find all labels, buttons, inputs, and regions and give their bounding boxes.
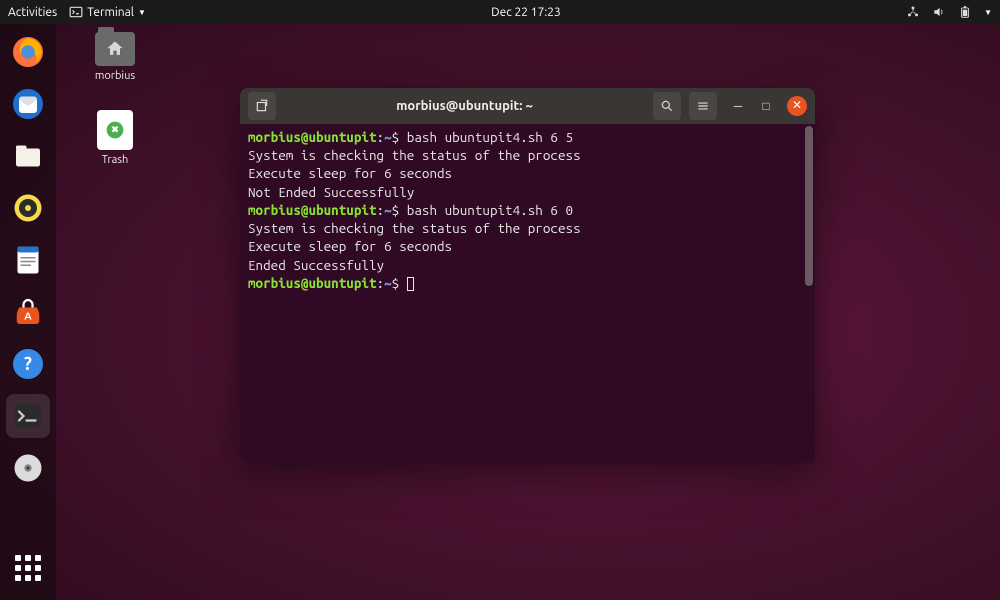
search-button[interactable]: [653, 92, 681, 120]
dock-rhythmbox[interactable]: [6, 186, 50, 230]
maximize-button[interactable]: □: [759, 99, 773, 113]
dock-writer[interactable]: [6, 238, 50, 282]
chevron-down-icon: ▼: [138, 8, 146, 17]
terminal-line: morbius@ubuntupit:~$: [248, 274, 807, 292]
volume-icon[interactable]: [932, 5, 946, 19]
system-menu-chevron-icon[interactable]: ▼: [984, 8, 992, 17]
terminal-titlebar[interactable]: morbius@ubuntupit: ~ ─ □ ✕: [240, 88, 815, 124]
desktop-icon-label: Trash: [80, 154, 150, 166]
trash-icon: [97, 110, 133, 150]
dock-disc[interactable]: [6, 446, 50, 490]
terminal-line: Execute sleep for 6 seconds: [248, 164, 807, 182]
terminal-title: morbius@ubuntupit: ~: [284, 99, 645, 113]
clock[interactable]: Dec 22 17:23: [146, 6, 906, 19]
new-tab-button[interactable]: [248, 92, 276, 120]
activities-button[interactable]: Activities: [8, 6, 57, 19]
app-menu-label: Terminal: [87, 6, 134, 19]
terminal-body[interactable]: morbius@ubuntupit:~$ bash ubuntupit4.sh …: [240, 124, 815, 463]
terminal-line: Ended Successfully: [248, 256, 807, 274]
terminal-line: Not Ended Successfully: [248, 183, 807, 201]
terminal-line: morbius@ubuntupit:~$ bash ubuntupit4.sh …: [248, 128, 807, 146]
hamburger-menu-button[interactable]: [689, 92, 717, 120]
top-panel: Activities Terminal ▼ Dec 22 17:23 ▼: [0, 0, 1000, 24]
terminal-line: System is checking the status of the pro…: [248, 219, 807, 237]
terminal-line: Execute sleep for 6 seconds: [248, 237, 807, 255]
close-button[interactable]: ✕: [787, 96, 807, 116]
dock-files[interactable]: [6, 134, 50, 178]
desktop-home-folder[interactable]: morbius: [80, 32, 150, 82]
dock-terminal[interactable]: [6, 394, 50, 438]
battery-icon[interactable]: [958, 5, 972, 19]
app-menu[interactable]: Terminal ▼: [69, 5, 146, 19]
terminal-line: morbius@ubuntupit:~$ bash ubuntupit4.sh …: [248, 201, 807, 219]
dock-software[interactable]: A: [6, 290, 50, 334]
desktop-trash[interactable]: Trash: [80, 110, 150, 166]
cursor: [407, 277, 414, 291]
minimize-button[interactable]: ─: [731, 99, 745, 113]
svg-text:?: ?: [24, 354, 32, 374]
dock-firefox[interactable]: [6, 30, 50, 74]
dock: A ?: [0, 24, 56, 600]
network-icon[interactable]: [906, 5, 920, 19]
terminal-window: morbius@ubuntupit: ~ ─ □ ✕ morbius@ubunt…: [240, 88, 815, 463]
desktop-icon-label: morbius: [80, 70, 150, 82]
terminal-icon: [69, 5, 83, 19]
dock-help[interactable]: ?: [6, 342, 50, 386]
folder-icon: [95, 32, 135, 66]
terminal-line: System is checking the status of the pro…: [248, 146, 807, 164]
show-applications-button[interactable]: [6, 546, 50, 590]
dock-thunderbird[interactable]: [6, 82, 50, 126]
scrollbar[interactable]: [805, 126, 813, 286]
svg-text:A: A: [24, 310, 32, 322]
